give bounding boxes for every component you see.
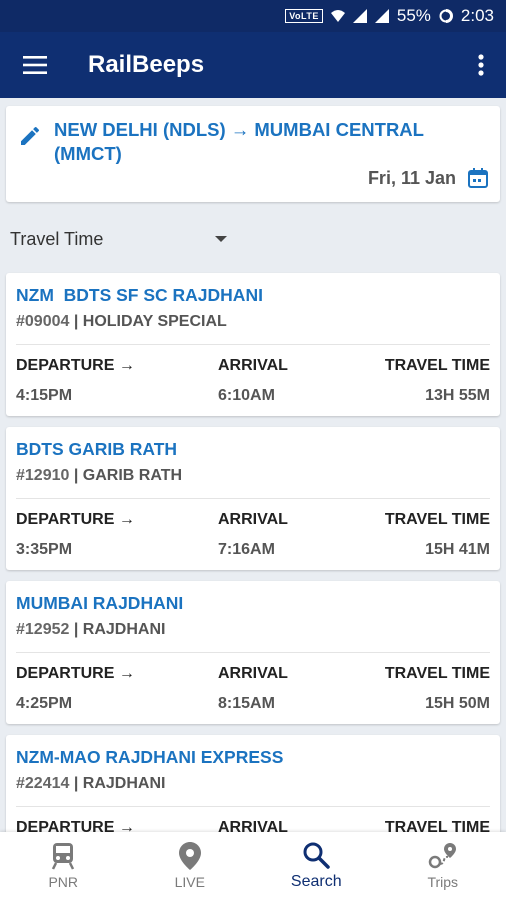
divider	[16, 652, 490, 653]
dropdown-arrow-icon	[215, 236, 227, 242]
departure-label: DEPARTURE →	[16, 665, 135, 682]
travel-time-label: TRAVEL TIME	[384, 511, 490, 528]
train-type: HOLIDAY SPECIAL	[82, 313, 227, 330]
train-info: #12910 | GARIB RATH	[16, 467, 183, 484]
arrival-label: ARRIVAL	[218, 357, 288, 374]
sort-dropdown[interactable]: Travel Time	[0, 222, 506, 256]
departure-label: DEPARTURE →	[16, 511, 135, 528]
travel-duration: 15H 41M	[425, 541, 490, 558]
travel-date: Fri, 11 Jan	[367, 167, 456, 188]
departure-label: DEPARTURE →	[16, 357, 135, 374]
train-card[interactable]: MUMBAI RAJDHANI #12952 | RAJDHANI DEPART…	[6, 581, 500, 724]
hamburger-icon	[23, 56, 47, 74]
overflow-menu-button[interactable]	[456, 32, 506, 98]
train-type: RAJDHANI	[82, 775, 166, 792]
menu-button[interactable]	[0, 32, 70, 98]
battery-percent: 55%	[396, 6, 431, 25]
train-name: MUMBAI RAJDHANI	[16, 593, 184, 613]
train-name: BDTS GARIB RATH	[16, 439, 178, 459]
departure-time: 4:25PM	[16, 695, 73, 712]
route-title: NEW DELHI (NDLS) → MUMBAI CENTRAL (MMCT)	[54, 119, 424, 164]
nav-label: Search	[290, 873, 342, 890]
train-card[interactable]: NZM BDTS SF SC RAJDHANI #09004 | HOLIDAY…	[6, 273, 500, 416]
status-bar: VoLTE 55% 2:03	[0, 0, 506, 32]
battery-icon	[439, 9, 453, 23]
bottom-navigation: PNR LIVE Search Trips	[0, 832, 506, 900]
divider	[16, 344, 490, 345]
arrival-time: 8:15AM	[218, 695, 275, 712]
volte-badge: VoLTE	[285, 9, 323, 23]
more-vert-icon	[478, 54, 484, 76]
nav-trips[interactable]: Trips	[380, 832, 506, 900]
train-card[interactable]: BDTS GARIB RATH #12910 | GARIB RATH DEPA…	[6, 427, 500, 570]
train-number: #09004	[16, 313, 70, 330]
train-type: RAJDHANI	[82, 621, 166, 638]
train-info: #12952 | RAJDHANI	[16, 621, 166, 638]
trips-route-icon	[428, 843, 456, 869]
arrival-time: 7:16AM	[218, 541, 275, 558]
nav-live[interactable]: LIVE	[127, 832, 254, 900]
app-bar: RailBeeps	[0, 32, 506, 98]
travel-duration: 15H 50M	[425, 695, 490, 712]
arrival-label: ARRIVAL	[218, 511, 288, 528]
calendar-icon[interactable]	[466, 166, 490, 190]
divider	[16, 498, 490, 499]
travel-duration: 13H 55M	[425, 387, 490, 404]
train-number: #12910	[16, 467, 70, 484]
app-title: RailBeeps	[88, 51, 205, 78]
train-type: GARIB RATH	[82, 467, 183, 484]
nav-search[interactable]: Search	[253, 832, 380, 900]
nav-pnr[interactable]: PNR	[0, 832, 127, 900]
nav-label: PNR	[48, 874, 79, 890]
search-icon	[303, 842, 330, 869]
route-card[interactable]: NEW DELHI (NDLS) → MUMBAI CENTRAL (MMCT)…	[6, 106, 500, 202]
departure-time: 3:35PM	[16, 541, 73, 558]
arrival-time: 6:10AM	[218, 387, 275, 404]
clock: 2:03	[460, 6, 494, 25]
signal-icon-2	[374, 9, 389, 23]
nav-label: LIVE	[174, 874, 205, 890]
train-name: NZM BDTS SF SC RAJDHANI	[16, 285, 263, 305]
arrival-label: ARRIVAL	[218, 665, 288, 682]
nav-label: Trips	[427, 874, 459, 890]
wifi-icon	[330, 10, 345, 22]
date-selector[interactable]: Fri, 11 Jan	[368, 166, 490, 190]
travel-time-label: TRAVEL TIME	[384, 357, 490, 374]
travel-time-label: TRAVEL TIME	[384, 665, 490, 682]
train-icon	[52, 843, 75, 870]
train-name: NZM-MAO RAJDHANI EXPRESS	[16, 747, 284, 767]
train-info: #22414 | RAJDHANI	[16, 775, 166, 792]
train-info: #09004 | HOLIDAY SPECIAL	[16, 313, 227, 330]
train-number: #22414	[16, 775, 70, 792]
edit-pencil-icon[interactable]	[18, 124, 42, 148]
departure-time: 4:15PM	[16, 387, 73, 404]
sort-label: Travel Time	[10, 228, 104, 249]
signal-icon	[352, 9, 367, 23]
divider	[16, 806, 490, 807]
location-pin-icon	[178, 842, 201, 870]
train-number: #12952	[16, 621, 70, 638]
